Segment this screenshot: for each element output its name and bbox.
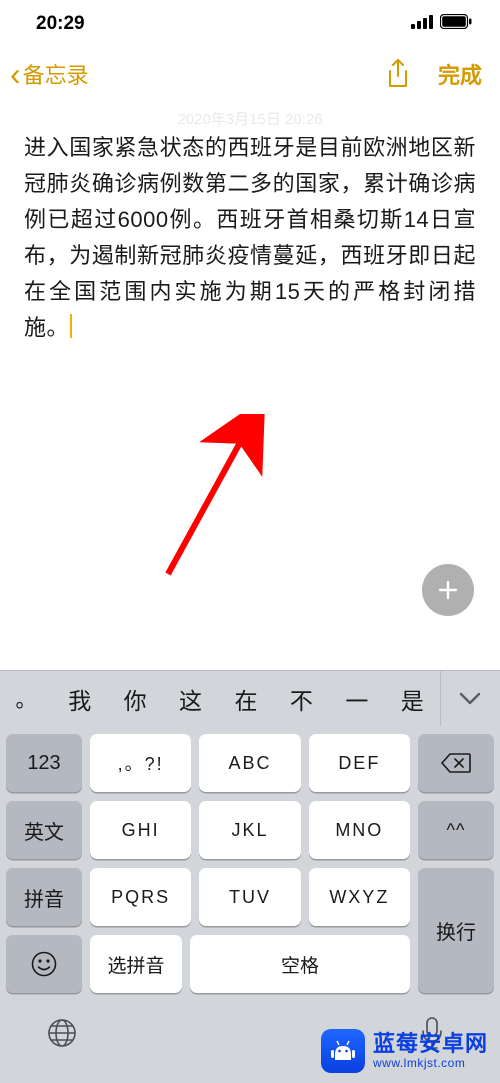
status-bar: 20:29 <box>0 0 500 48</box>
nav-bar: ‹ 备忘录 完成 <box>0 48 500 100</box>
suggestion-item[interactable]: 这 <box>163 682 218 716</box>
suggestion-item[interactable]: 不 <box>274 682 329 716</box>
key-emoji[interactable] <box>6 935 82 993</box>
key-pqrs[interactable]: PQRS <box>90 868 191 926</box>
globe-icon <box>46 1017 78 1049</box>
suggestion-item[interactable]: 我 <box>52 682 107 716</box>
key-backspace[interactable] <box>418 734 494 792</box>
suggestion-item[interactable]: 你 <box>107 682 162 716</box>
suggestion-item[interactable]: 在 <box>218 682 273 716</box>
key-select-pinyin[interactable]: 选拼音 <box>90 935 182 993</box>
status-right <box>411 13 472 35</box>
suggestion-collapse[interactable] <box>440 671 500 726</box>
chevron-left-icon: ‹ <box>10 58 21 90</box>
backspace-icon <box>441 753 471 773</box>
annotation-arrow <box>148 414 288 594</box>
text-cursor <box>70 314 72 338</box>
note-body[interactable]: 进入国家紧急状态的西班牙是目前欧洲地区新冠肺炎确诊病例数第二多的国家，累计确诊病… <box>24 130 476 346</box>
globe-button[interactable] <box>46 1017 78 1054</box>
key-english[interactable]: 英文 <box>6 801 82 859</box>
key-def[interactable]: DEF <box>309 734 410 792</box>
suggestion-item[interactable]: 是 <box>385 682 440 716</box>
chevron-down-icon <box>459 692 481 706</box>
key-tuv[interactable]: TUV <box>199 868 300 926</box>
done-button[interactable]: 完成 <box>438 58 482 90</box>
key-punct[interactable]: ,。?! <box>90 734 191 792</box>
key-ghi[interactable]: GHI <box>90 801 191 859</box>
battery-icon <box>440 13 472 35</box>
suggestion-item[interactable]: 一 <box>329 682 384 716</box>
keyboard-bottom-bar <box>0 997 500 1083</box>
plus-icon <box>437 579 459 601</box>
back-label: 备忘录 <box>23 58 89 90</box>
emoji-icon <box>31 951 57 977</box>
share-button[interactable] <box>386 59 410 89</box>
key-jkl[interactable]: JKL <box>199 801 300 859</box>
back-button[interactable]: ‹ 备忘录 <box>10 58 89 90</box>
key-space[interactable]: 空格 <box>190 935 410 993</box>
note-date: 2020年3月15日 20:26 <box>0 108 500 129</box>
add-button[interactable] <box>422 564 474 616</box>
mic-icon <box>420 1017 444 1051</box>
key-pinyin[interactable]: 拼音 <box>6 868 82 926</box>
key-wxyz[interactable]: WXYZ <box>309 868 410 926</box>
signal-icon <box>411 13 433 35</box>
suggestion-bar: 。 我 你 这 在 不 一 是 <box>0 670 500 726</box>
key-123[interactable]: 123 <box>6 734 82 792</box>
key-caret[interactable]: ^^ <box>418 801 494 859</box>
mic-button[interactable] <box>420 1017 444 1056</box>
suggestion-punct[interactable]: 。 <box>0 684 52 714</box>
status-time: 20:29 <box>36 13 85 35</box>
key-abc[interactable]: ABC <box>199 734 300 792</box>
key-return[interactable]: 换行 <box>418 868 494 993</box>
note-area[interactable]: 2020年3月15日 20:26 进入国家紧急状态的西班牙是目前欧洲地区新冠肺炎… <box>0 100 500 634</box>
key-mno[interactable]: MNO <box>309 801 410 859</box>
keyboard: 。 我 你 这 在 不 一 是 123 ,。?! ABC DEF 英文 GHI … <box>0 670 500 1083</box>
